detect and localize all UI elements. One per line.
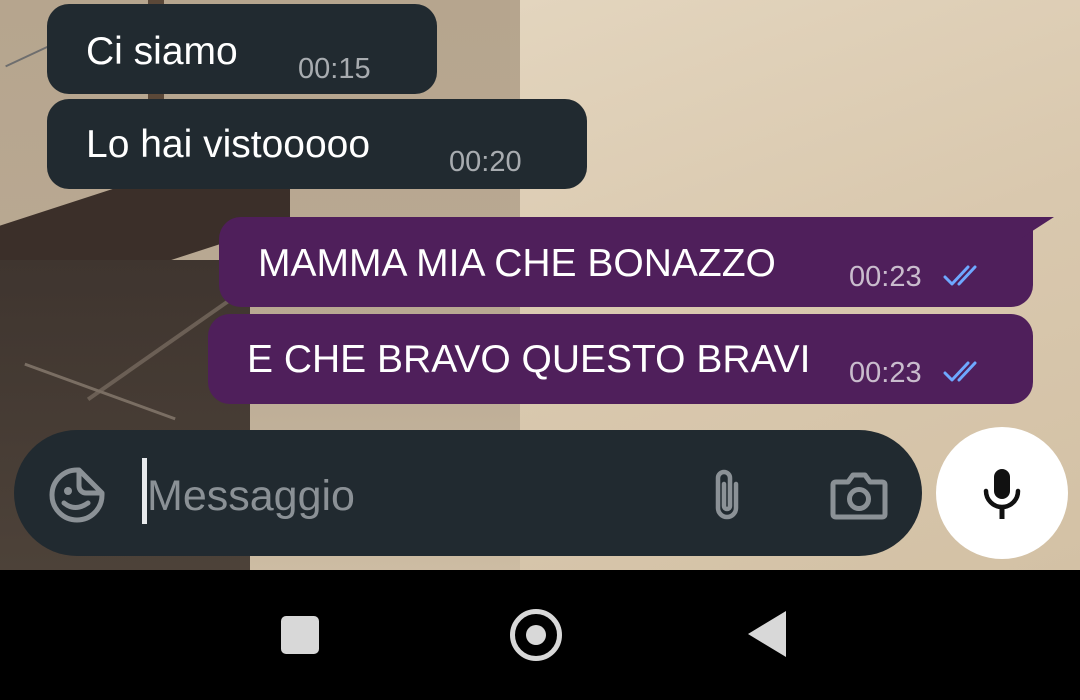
message-time: 00:20 [449,146,522,178]
message-text: MAMMA MIA CHE BONAZZO [258,242,776,285]
message-text: E CHE BRAVO QUESTO BRAVI [247,338,811,381]
home-circle-icon[interactable] [510,609,562,661]
camera-icon[interactable] [830,470,888,520]
sticker-icon[interactable] [48,466,106,524]
message-bubble-incoming[interactable]: Lo hai vistooooo 00:20 [47,99,587,189]
recents-square-icon[interactable] [281,616,319,654]
system-navigation-bar [0,570,1080,700]
paperclip-icon[interactable] [704,466,750,524]
message-text: Ci siamo [86,30,238,73]
microphone-icon [983,469,1021,519]
message-time: 00:23 [849,357,922,389]
bubble-tail [1020,217,1054,239]
double-check-read-icon [943,265,977,286]
double-check-read-icon [943,361,977,382]
home-dot [526,625,546,645]
back-triangle-icon[interactable] [748,611,786,657]
message-time: 00:15 [298,53,371,85]
message-composer: Messaggio [14,430,922,556]
voice-record-button[interactable] [936,427,1068,559]
message-bubble-incoming[interactable]: Ci siamo 00:15 [47,4,437,94]
message-input[interactable]: Messaggio [147,472,355,521]
message-bubble-outgoing[interactable]: E CHE BRAVO QUESTO BRAVI 00:23 [208,314,1033,404]
message-text: Lo hai vistooooo [86,123,371,166]
message-time: 00:23 [849,261,922,293]
message-bubble-outgoing[interactable]: MAMMA MIA CHE BONAZZO 00:23 [219,217,1033,307]
